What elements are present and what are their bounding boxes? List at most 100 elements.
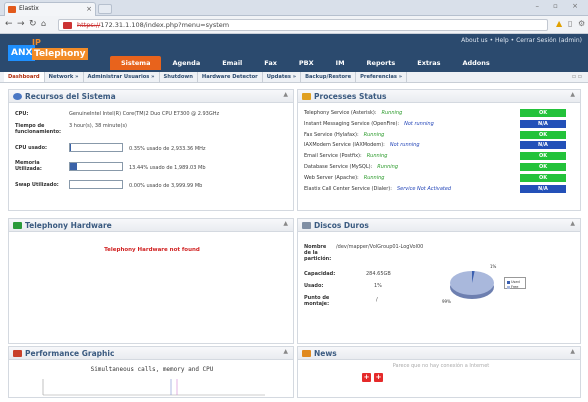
news-add-icon[interactable]: + [362,373,371,382]
browser-nav-bar: ← → ↻ ⌂ https://172.31.1.108/index.php?m… [0,16,588,34]
menu-item-agenda[interactable]: Agenda [161,56,211,70]
tab-close-icon[interactable]: × [86,3,92,15]
mount-value: / [376,297,378,303]
swap-usage-bar [69,180,123,189]
insecure-lock-icon [63,22,72,29]
service-name: Email Service (Postfix): [304,153,362,160]
pie-free-label: 99% [442,299,451,304]
news-icon [302,350,311,357]
page-menu-icon[interactable]: ▯ [568,19,572,28]
chart-icon [13,350,22,357]
pie-legend: Used Free [504,277,526,289]
submenu-item-4[interactable]: Hardware Detector [198,72,263,82]
submenu-tools-icons[interactable]: ▫ ▫ [572,73,582,80]
collapse-icon[interactable]: ▲ [570,220,575,227]
service-status-badge: OK [520,173,566,182]
service-name: Instant Messaging Service (OpenFire): [304,120,400,127]
used-label: Usado: [304,283,324,289]
legend-free-text: Free [511,285,519,289]
sub-menu: Dashboard Network » Administrar Usuarios »… [0,72,588,83]
service-status: Running [366,153,388,160]
pie-used-label: 1% [490,264,497,269]
menu-item-extras[interactable]: Extras [406,56,451,70]
service-row: Database Service (MySQL): Running [304,164,398,170]
service-status: Not running [404,120,434,127]
service-name: IAXModem Service (IAXModem): [304,142,385,149]
service-status: Running [377,164,398,170]
collapse-icon[interactable]: ▲ [283,91,288,98]
submenu-item-0[interactable]: Dashboard [4,72,45,82]
news-add-icon-2[interactable]: + [374,373,383,382]
collapse-icon[interactable]: ▲ [283,348,288,355]
menu-item-im[interactable]: IM [325,56,356,70]
panel-header: Recursos del Sistema ▲ [9,90,293,103]
logo-ip: IP [32,38,41,47]
home-icon[interactable]: ⌂ [41,19,46,28]
menu-item-sistema[interactable]: Sistema [110,56,162,70]
processes-panel: Processes Status ▲ Telephony Service (As… [297,89,581,211]
hardware-icon [13,222,22,229]
warning-icon[interactable]: ▲ [556,19,562,28]
service-status-badge: OK [520,130,566,139]
panel-title: Processes Status [314,92,387,101]
news-message: Parece que no hay conexión a Internet [392,363,490,369]
main-menu: Sistema Agenda Email Fax PBX IM Reports Extras A… [110,56,501,70]
service-name: Database Service (MySQL): [304,164,373,170]
cpu-value: GenuineIntel Intel(R) Core(TM)2 Duo CPU … [69,111,220,117]
cpu-usage-text: 0.35% usado de 2,933.36 MHz [129,146,206,152]
submenu-item-2[interactable]: Administrar Usuarios » [84,72,160,82]
menu-item-addons[interactable]: Addons [451,56,500,70]
memory-usage-fill [70,163,77,170]
swap-usage-text: 0.00% usado de 3,999.99 Mb [129,183,203,189]
submenu-item-3[interactable]: Shutdown [160,72,198,82]
window-controls[interactable]: – ▫ × [535,2,584,10]
service-status: Running [381,110,403,116]
menu-item-pbx[interactable]: PBX [288,56,325,70]
favicon-icon [8,6,16,13]
collapse-icon[interactable]: ▲ [570,91,575,98]
performance-panel: Performance Graphic ▲ Simultaneous calls… [8,346,294,398]
browser-tab[interactable]: Elastix × [4,2,96,16]
legend-free: Free [507,285,518,289]
memory-label: Memoria Utilizada: [15,160,42,172]
new-tab-button[interactable] [98,4,112,14]
reload-icon[interactable]: ↻ [29,19,37,29]
collapse-icon[interactable]: ▲ [283,220,288,227]
service-row: Email Service (Postfix): Running [304,153,387,159]
capacity-value: 284.65GB [366,271,391,277]
legend-used-swatch [507,280,510,284]
panel-title: Recursos del Sistema [25,92,116,101]
forward-icon[interactable]: → [17,19,25,29]
performance-chart-axes [42,379,265,396]
submenu-item-5[interactable]: Updates » [263,72,302,82]
tools-menu-icon[interactable]: ⚙ [578,19,585,28]
submenu-item-7[interactable]: Preferencias » [356,72,408,82]
uptime-value: 3 hour(s), 38 minute(s) [69,123,128,129]
collapse-icon[interactable]: ▲ [570,348,575,355]
submenu-item-6[interactable]: Backup/Restore [301,72,357,82]
panel-title: Discos Duros [314,221,369,230]
hardware-panel: Telephony Hardware ▲ Telephony Hardware … [8,218,294,344]
top-links[interactable]: About us • Help • Cerrar Sesión (admin) [461,37,582,44]
panel-title: Telephony Hardware [25,221,112,230]
submenu-item-1[interactable]: Network » [45,72,84,82]
partition-label: Nombre de la partición: [304,244,332,262]
menu-item-reports[interactable]: Reports [356,56,407,70]
cpu-label: CPU: [15,111,29,117]
legend-free-swatch [507,285,510,289]
service-name: Telephony Service (Asterisk): [304,110,377,116]
back-icon[interactable]: ← [5,19,13,29]
service-status-badge: N/A [520,141,566,150]
address-bar[interactable]: https://172.31.1.108/index.php?menu=syst… [58,19,548,31]
panel-title: News [314,349,337,358]
swap-label: Swap Utilizado: [15,182,59,188]
partition-value: /dev/mapper/VolGroup01-LogVol00 [336,244,424,250]
uptime-label: Tiempo de funcionamiento: [15,123,62,135]
resources-panel: Recursos del Sistema ▲ CPU: GenuineIntel… [8,89,294,211]
menu-item-fax[interactable]: Fax [253,56,288,70]
tab-title: Elastix [19,5,39,12]
menu-item-email[interactable]: Email [211,56,253,70]
browser-tab-bar: Elastix × – ▫ × [0,0,588,16]
service-row: Elastix Call Center Service (Dialer): Ser… [304,186,451,192]
used-value: 1% [374,283,382,289]
